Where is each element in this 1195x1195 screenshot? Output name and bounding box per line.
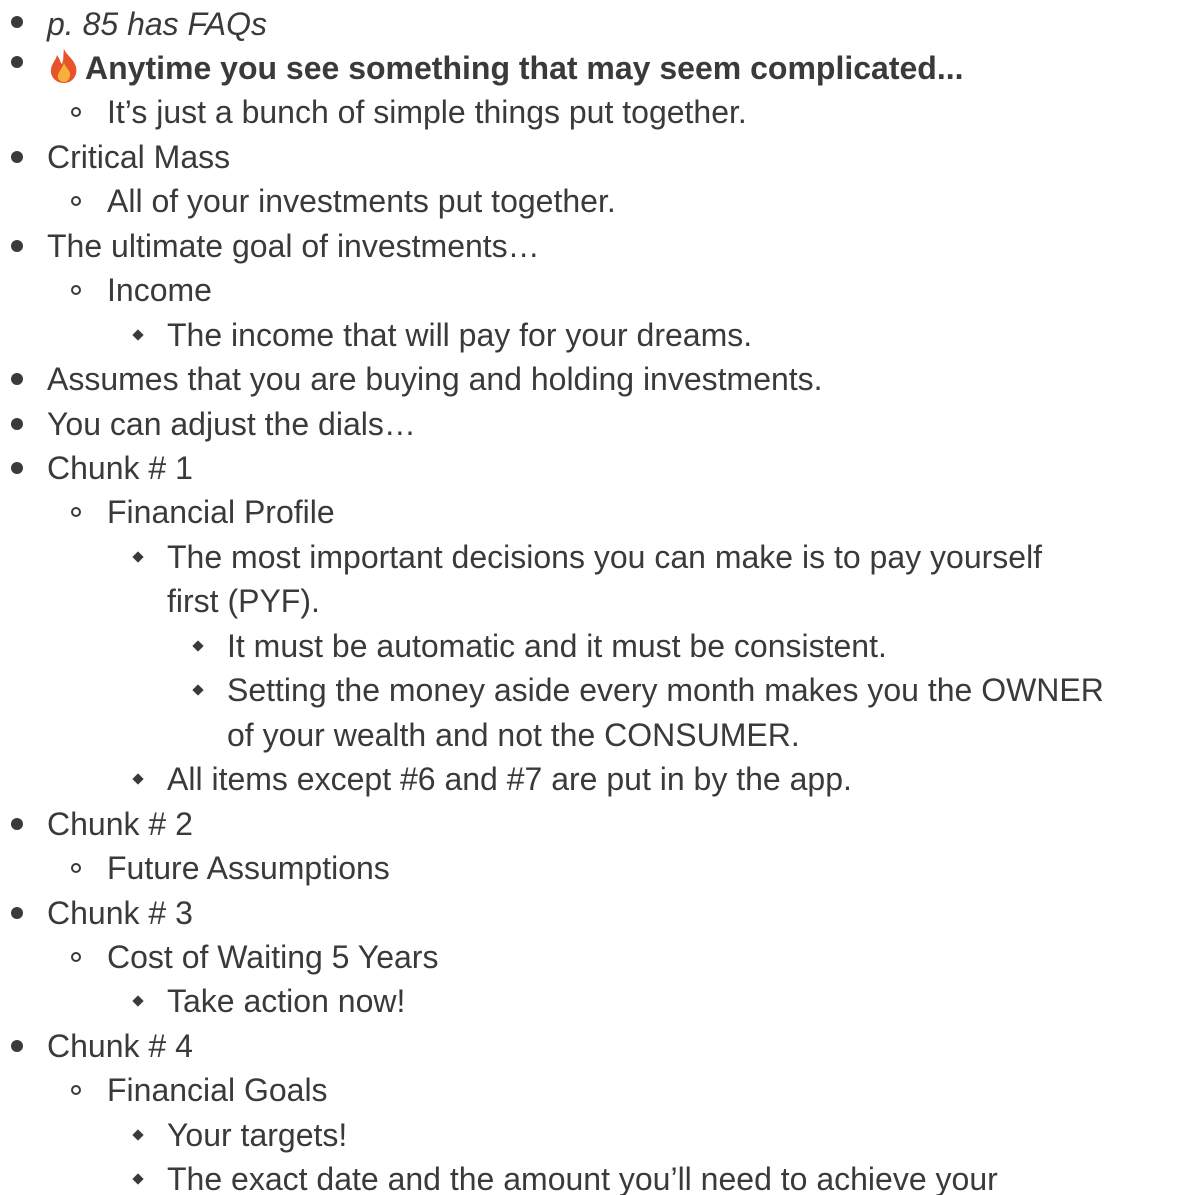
list-item-text: Chunk # 2 bbox=[47, 806, 193, 842]
list-item-text: Chunk # 1 bbox=[47, 450, 193, 486]
list-item-text: Critical Mass bbox=[47, 139, 231, 175]
disc-bullet-icon bbox=[11, 1040, 23, 1052]
circle-bullet-icon bbox=[71, 285, 81, 295]
disc-bullet-icon bbox=[11, 151, 23, 163]
list-item-text: p. 85 has FAQs bbox=[47, 6, 267, 42]
circle-bullet-icon bbox=[71, 1085, 81, 1095]
list-item-text: Your targets! bbox=[167, 1117, 348, 1153]
circle-bullet-icon bbox=[71, 196, 81, 206]
list-item-text: Cost of Waiting 5 Years bbox=[107, 939, 439, 975]
list-item-text: Assumes that you are buying and holding … bbox=[47, 361, 823, 397]
circle-bullet-icon bbox=[71, 952, 81, 962]
diamond-bullet-icon bbox=[132, 551, 144, 563]
list-item-text: The income that will pay for your dreams… bbox=[167, 317, 753, 353]
list-item-text: Chunk # 3 bbox=[47, 895, 193, 931]
list-item-text: Financial Profile bbox=[107, 494, 335, 530]
circle-bullet-icon bbox=[71, 507, 81, 517]
list-item-text: The exact date and the amount you’ll nee… bbox=[167, 1161, 998, 1195]
disc-bullet-icon bbox=[11, 907, 23, 919]
list-item-text: All of your investments put together. bbox=[107, 183, 616, 219]
list-item-text: Financial Goals bbox=[107, 1072, 328, 1108]
list-item-text: The ultimate goal of investments… bbox=[47, 228, 540, 264]
list-item-text: Setting the money aside every month make… bbox=[227, 672, 1104, 708]
diamond-bullet-icon bbox=[132, 995, 144, 1007]
list-item-text: of your wealth and not the CONSUMER. bbox=[227, 717, 800, 753]
disc-bullet-icon bbox=[11, 373, 23, 385]
list-item-text: All items except #6 and #7 are put in by… bbox=[167, 761, 852, 797]
diamond-bullet-icon bbox=[192, 640, 204, 652]
list-item-text: Chunk # 4 bbox=[47, 1028, 193, 1064]
list-item-text: The most important decisions you can mak… bbox=[167, 539, 1043, 575]
diamond-bullet-icon bbox=[192, 684, 204, 696]
circle-bullet-icon bbox=[71, 107, 81, 117]
list-item-text: first (PYF). bbox=[167, 583, 320, 619]
list-item-text: You can adjust the dials… bbox=[47, 406, 416, 442]
list-item-text: Future Assumptions bbox=[107, 850, 390, 886]
disc-bullet-icon bbox=[11, 16, 23, 28]
list-item-text: Income bbox=[107, 272, 212, 308]
notes-outline: p. 85 has FAQs Anytime you see something… bbox=[0, 0, 1195, 1195]
list-item-text: It must be automatic and it must be cons… bbox=[227, 628, 887, 664]
disc-bullet-icon bbox=[11, 56, 23, 68]
list-item-text: Anytime you see something that may seem … bbox=[85, 50, 964, 86]
diamond-bullet-icon bbox=[132, 1173, 144, 1185]
disc-bullet-icon bbox=[11, 418, 23, 430]
list-item-content: Anytime you see something that may seem … bbox=[47, 46, 963, 90]
list-item-text: It’s just a bunch of simple things put t… bbox=[107, 94, 747, 130]
list-item-text: Take action now! bbox=[167, 983, 406, 1019]
disc-bullet-icon bbox=[11, 462, 23, 474]
diamond-bullet-icon bbox=[132, 773, 144, 785]
fire-icon bbox=[50, 49, 77, 83]
circle-bullet-icon bbox=[71, 863, 81, 873]
disc-bullet-icon bbox=[11, 240, 23, 252]
disc-bullet-icon bbox=[11, 818, 23, 830]
diamond-bullet-icon bbox=[132, 329, 144, 341]
diamond-bullet-icon bbox=[132, 1129, 144, 1141]
